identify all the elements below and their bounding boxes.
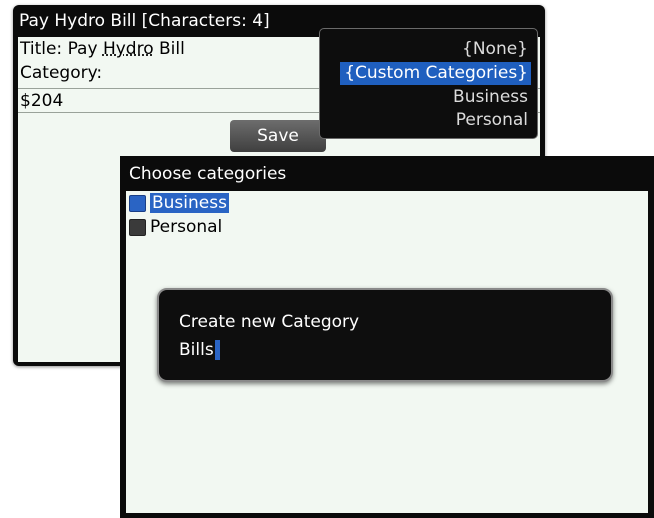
category-item-label: Business bbox=[150, 193, 229, 213]
category-name-value: Bills bbox=[179, 340, 214, 360]
dialog-title: Create new Category bbox=[179, 312, 360, 332]
choose-categories-title: Choose categories bbox=[129, 164, 287, 184]
category-item-business[interactable]: Business bbox=[129, 192, 229, 214]
title-field-label: Title: Pay bbox=[20, 39, 98, 59]
dropdown-option-business[interactable]: Business bbox=[453, 86, 528, 109]
checkbox-icon[interactable] bbox=[129, 194, 146, 212]
checkbox-icon[interactable] bbox=[129, 218, 146, 236]
category-name-input[interactable]: Bills bbox=[179, 340, 220, 360]
save-button[interactable]: Save bbox=[230, 120, 326, 152]
title-field[interactable]: Title: Pay Hydro Bill bbox=[20, 39, 185, 59]
category-item-personal[interactable]: Personal bbox=[129, 216, 222, 238]
dropdown-option-none[interactable]: {None} bbox=[462, 38, 528, 61]
category-dropdown[interactable]: {None} {Custom Categories} Business Pers… bbox=[319, 28, 538, 139]
create-category-dialog: Create new Category Bills bbox=[157, 288, 613, 382]
window-title: Pay Hydro Bill [Characters: 4] bbox=[19, 11, 270, 31]
amount-field[interactable]: $204 bbox=[20, 91, 63, 111]
title-field-rest: Bill bbox=[159, 39, 185, 59]
category-field-label[interactable]: Category: bbox=[20, 63, 102, 83]
dropdown-option-custom-categories[interactable]: {Custom Categories} bbox=[340, 62, 531, 85]
text-cursor bbox=[214, 340, 220, 360]
category-item-label: Personal bbox=[150, 217, 223, 237]
title-field-word: Hydro bbox=[102, 39, 154, 59]
dropdown-option-personal[interactable]: Personal bbox=[456, 109, 528, 132]
